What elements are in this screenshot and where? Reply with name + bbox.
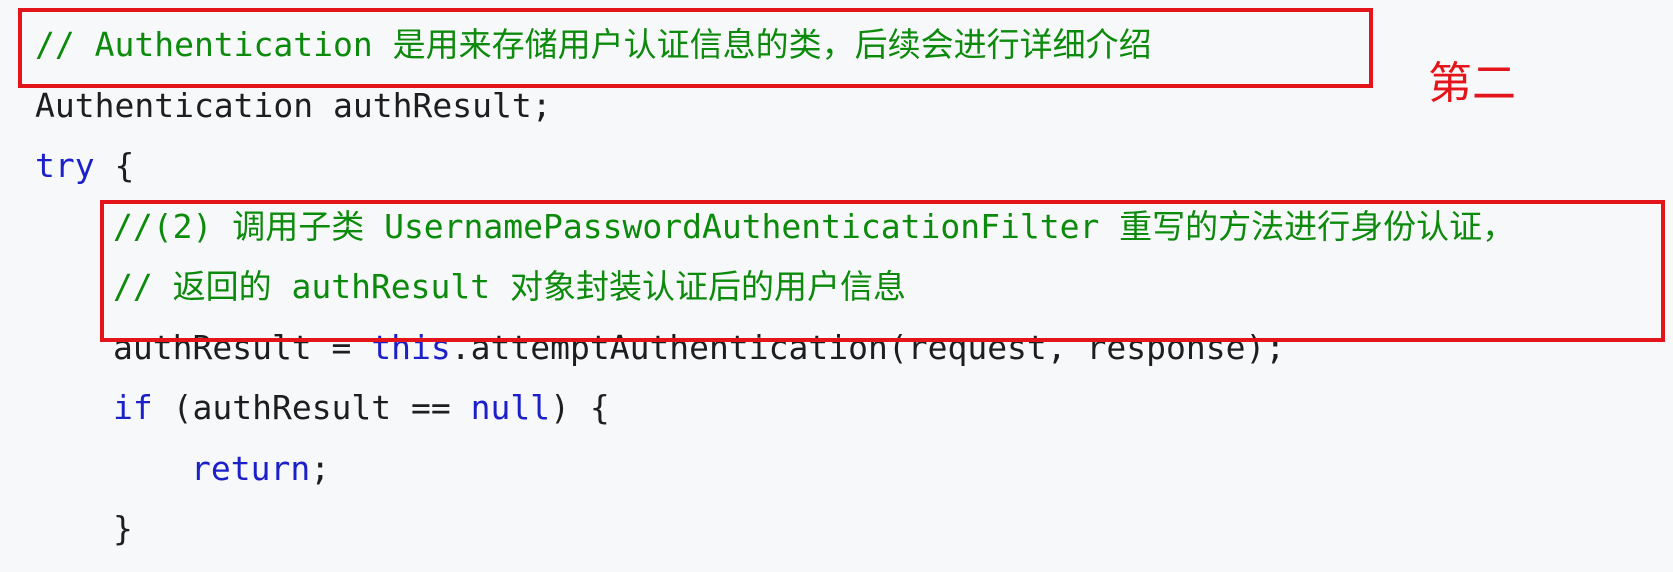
keyword-this: this <box>371 327 451 367</box>
declaration-auth-result: Authentication authResult; <box>35 85 552 125</box>
code-line: // 返回的 authResult 对象封装认证后的用户信息 <box>35 257 1673 318</box>
assignment-target: authResult = <box>113 327 372 367</box>
comment-return-auth-result: // 返回的 authResult 对象封装认证后的用户信息 <box>113 267 907 306</box>
close-brace: } <box>113 509 133 548</box>
code-line: try { <box>35 136 1673 197</box>
code-line: //(2) 调用子类 UsernamePasswordAuthenticatio… <box>35 197 1673 258</box>
keyword-null: null <box>470 388 551 427</box>
code-line: } <box>35 499 1673 560</box>
comment-authentication-intro: // Authentication 是用来存储用户认证信息的类，后续会进行详细介… <box>35 25 1152 64</box>
comment-step-2: //(2) 调用子类 UsernamePasswordAuthenticatio… <box>113 206 1516 246</box>
condition-close: ) { <box>550 388 610 427</box>
keyword-return: return <box>191 448 311 488</box>
keyword-try: try <box>35 146 95 185</box>
code-line: if (authResult == null) { <box>35 378 1673 439</box>
open-brace: { <box>94 146 135 185</box>
code-screenshot: // Authentication 是用来存储用户认证信息的类，后续会进行详细介… <box>0 0 1673 572</box>
keyword-if: if <box>113 388 153 427</box>
method-call: .attemptAuthentication(request, response… <box>450 327 1286 367</box>
code-line: authResult = this.attemptAuthentication(… <box>35 318 1673 379</box>
code-line: return; <box>35 439 1673 500</box>
annotation-label: 第二 <box>1428 58 1516 109</box>
condition-left: (authResult == <box>152 388 471 427</box>
semicolon: ; <box>310 448 331 488</box>
